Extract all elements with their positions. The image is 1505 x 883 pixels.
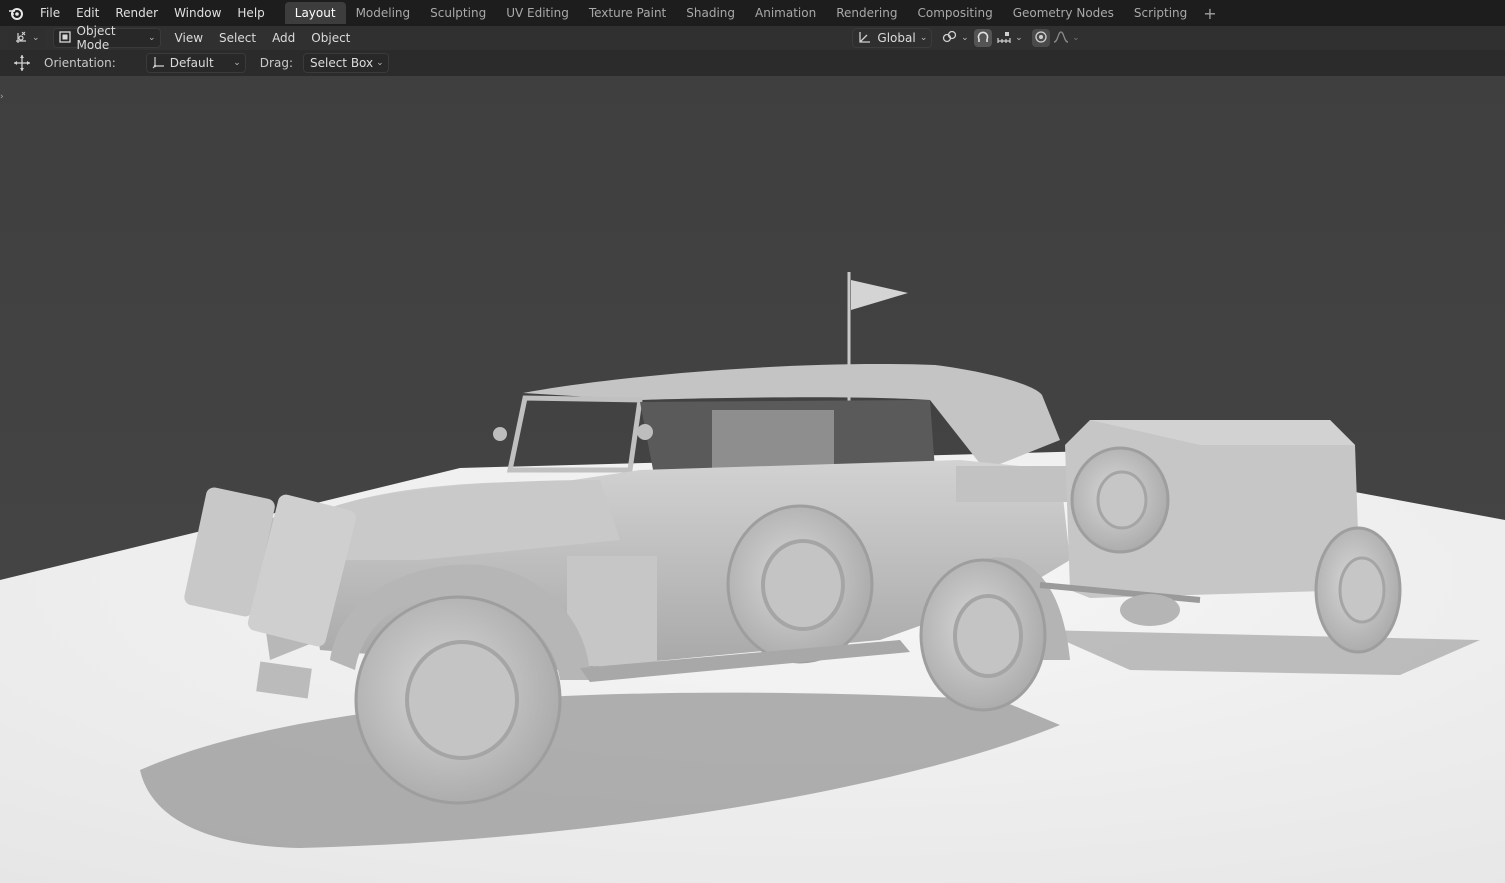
top-bar: File Edit Render Window Help Layout Mode… [0, 0, 1505, 26]
chevron-down-icon: ⌄ [1072, 33, 1080, 43]
chevron-down-icon: ⌄ [148, 33, 156, 43]
mirror-left [493, 427, 507, 441]
tab-shading[interactable]: Shading [676, 2, 745, 24]
tab-animation[interactable]: Animation [745, 2, 826, 24]
object-mode-icon [58, 30, 72, 47]
view-menu[interactable]: View [167, 31, 211, 45]
proportional-circle-icon [1034, 30, 1048, 47]
proportional-editing-toggle[interactable] [1032, 29, 1051, 47]
move-tool-icon[interactable] [12, 53, 32, 73]
tab-rendering[interactable]: Rendering [826, 2, 907, 24]
chevron-down-icon: ⌄ [376, 58, 384, 68]
tab-uv-editing[interactable]: UV Editing [496, 2, 579, 24]
magnet-icon [976, 30, 990, 47]
default-orientation-icon [151, 55, 165, 72]
chevron-down-icon: ⌄ [919, 33, 928, 43]
pivot-link-icon [942, 30, 958, 47]
mirror-right [637, 424, 653, 440]
tab-layout[interactable]: Layout [284, 2, 346, 24]
tab-texture-paint[interactable]: Texture Paint [579, 2, 676, 24]
snap-increment-icon [996, 30, 1012, 47]
mode-label: Object Mode [76, 24, 116, 52]
menu-help[interactable]: Help [229, 2, 272, 24]
orientation-field-label: Orientation: [44, 56, 116, 70]
3d-viewport[interactable]: › [0, 76, 1505, 883]
orientation-label: Global [877, 31, 916, 45]
chevron-down-icon: ⌄ [1015, 33, 1023, 43]
front-wheel-hub [405, 640, 519, 760]
tab-modeling[interactable]: Modeling [346, 2, 421, 24]
editor-type-dropdown[interactable]: ⌄ [8, 28, 45, 48]
flag [851, 280, 908, 310]
cabin-boxes [712, 410, 834, 472]
add-menu[interactable]: Add [264, 31, 303, 45]
tab-geometry-nodes[interactable]: Geometry Nodes [1003, 2, 1124, 24]
tab-scripting[interactable]: Scripting [1124, 2, 1197, 24]
drag-dropdown[interactable]: Select Box ⌄ [302, 53, 389, 73]
chevron-down-icon: ⌄ [233, 58, 241, 68]
tab-compositing[interactable]: Compositing [907, 2, 1002, 24]
mode-dropdown[interactable]: Object Mode ⌄ [52, 24, 161, 52]
middle-wheel-hub [761, 539, 845, 631]
chevron-down-icon: ⌄ [961, 33, 969, 43]
snap-toggle[interactable] [974, 29, 993, 47]
scene-render [0, 272, 1505, 883]
object-menu[interactable]: Object [303, 31, 358, 45]
snap-target-dropdown[interactable]: ⌄ [994, 29, 1024, 47]
tool-settings-bar: Orientation: Default ⌄ Drag: Select Box … [0, 50, 1505, 76]
rear-wheel-hub [953, 594, 1023, 678]
menu-file[interactable]: File [32, 2, 68, 24]
menu-render[interactable]: Render [107, 2, 166, 24]
falloff-curve-icon [1053, 30, 1069, 47]
chevron-down-icon: ⌄ [32, 33, 40, 43]
rear-storage-box [956, 466, 1076, 502]
orientation-axes-icon [857, 30, 871, 47]
pivot-point-dropdown[interactable]: ⌄ [940, 29, 970, 47]
select-menu[interactable]: Select [211, 31, 264, 45]
drag-value: Select Box [309, 56, 374, 70]
blender-logo-icon[interactable] [6, 3, 26, 23]
viewport-header: ⌄ Object Mode ⌄ View Select Add Object G… [0, 24, 1505, 52]
proportional-falloff-dropdown[interactable]: ⌄ [1052, 29, 1080, 47]
trailer-far-wheel [1120, 594, 1180, 626]
trailer-spare-hub [1096, 470, 1148, 530]
add-workspace-button[interactable]: + [1197, 4, 1222, 23]
drag-field-label: Drag: [259, 56, 293, 70]
orientation-value: Default [169, 56, 214, 70]
menu-window[interactable]: Window [166, 2, 229, 24]
workspace-tabs: Layout Modeling Sculpting UV Editing Tex… [284, 0, 1223, 26]
trailer-wheel-hub [1338, 556, 1386, 624]
transform-orientation-dropdown[interactable]: Global ⌄ [852, 28, 933, 48]
windshield [506, 395, 643, 473]
viewport-editor-icon [13, 30, 29, 47]
menu-edit[interactable]: Edit [68, 2, 107, 24]
tab-sculpting[interactable]: Sculpting [420, 2, 496, 24]
transform-controls: Global ⌄ ⌄ ⌄ ⌄ [852, 28, 1080, 48]
orientation-dropdown[interactable]: Default ⌄ [145, 53, 246, 73]
